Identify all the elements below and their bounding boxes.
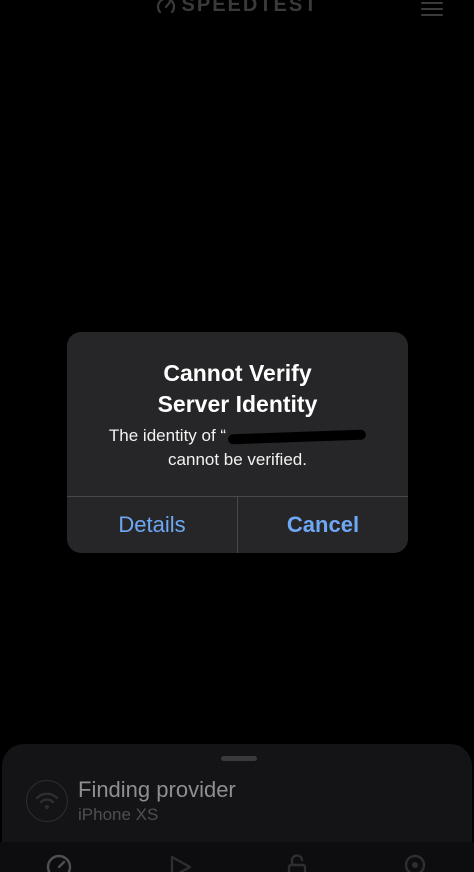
play-icon[interactable] — [168, 854, 194, 872]
cancel-button[interactable]: Cancel — [238, 497, 408, 553]
details-button[interactable]: Details — [67, 497, 237, 553]
logo-text: SPEEDTEST — [181, 0, 319, 16]
speedtest-logo: SPEEDTEST — [0, 0, 474, 17]
alert-message-line-2: cannot be verified. — [168, 450, 307, 469]
hamburger-menu-icon-bar — [421, 8, 443, 10]
speedtest-screen: SPEEDTEST Cannot Verify Server Identity … — [0, 0, 474, 872]
alert-message-line-1: The identity of “ — [87, 424, 388, 448]
alert-title-line-2: Server Identity — [157, 391, 318, 417]
server-identity-alert: Cannot Verify Server Identity The identi… — [67, 332, 408, 553]
alert-title-line-1: Cannot Verify — [163, 360, 312, 386]
wifi-indicator — [26, 780, 68, 822]
hamburger-menu-icon-bar — [421, 14, 443, 16]
redaction-mark — [227, 429, 367, 444]
menu-button[interactable] — [421, 2, 443, 18]
alert-title: Cannot Verify Server Identity — [87, 358, 388, 420]
sheet-grabber[interactable] — [221, 756, 257, 761]
alert-message-prefix: The identity of “ — [108, 426, 227, 445]
hamburger-menu-icon — [421, 2, 443, 4]
unlock-icon[interactable] — [284, 854, 310, 872]
wifi-icon — [35, 792, 59, 809]
location-pin-icon[interactable] — [402, 854, 428, 872]
gauge-logo-icon — [156, 0, 175, 13]
header: SPEEDTEST — [0, 0, 474, 24]
tab-bar — [0, 842, 474, 872]
speed-gauge-icon[interactable] — [46, 854, 72, 872]
alert-message: The identity of “ cannot be verified. — [87, 424, 388, 472]
device-name: iPhone XS — [78, 805, 159, 824]
provider-status: Finding provider — [78, 777, 236, 802]
